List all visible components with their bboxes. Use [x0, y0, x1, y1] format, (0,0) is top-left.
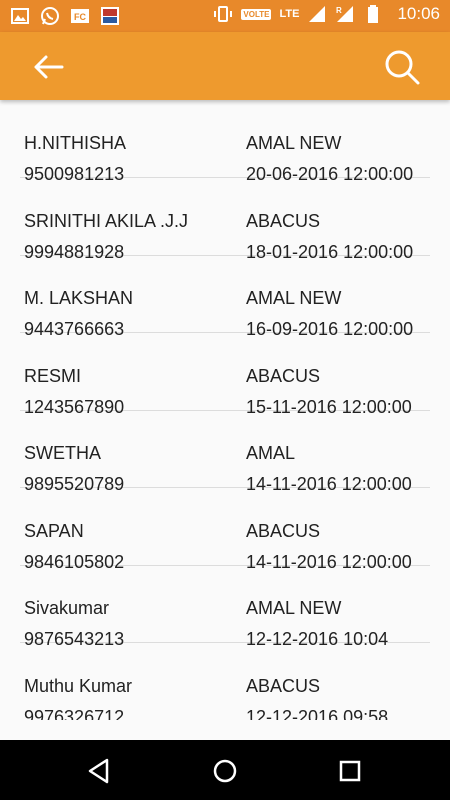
- student-name: SAPAN: [24, 521, 84, 541]
- battery-icon: [368, 5, 379, 23]
- course-name: AMAL NEW: [246, 288, 342, 308]
- network-type-label: LTE: [279, 7, 300, 20]
- square-recents-icon[interactable]: [335, 756, 365, 786]
- course-name: AMAL: [246, 443, 296, 463]
- signal-icon: [309, 6, 326, 22]
- list-item[interactable]: Muthu Kumar 9976326712 ABACUS 12-12-2016…: [20, 643, 430, 720]
- app-thumbnail-icon: [101, 7, 119, 25]
- student-name: SRINITHI AKILA .J.J: [24, 211, 189, 231]
- roaming-signal-icon: R: [336, 6, 354, 22]
- fc-app-icon: FC: [71, 9, 89, 23]
- student-name: RESMI: [24, 366, 82, 386]
- gallery-icon: [11, 8, 29, 24]
- student-name: M. LAKSHAN: [24, 288, 134, 308]
- course-name: ABACUS: [246, 366, 321, 386]
- student-name: H.NITHISHA: [24, 133, 127, 153]
- student-name: SWETHA: [24, 443, 102, 463]
- whatsapp-icon: [41, 7, 59, 25]
- student-name: Sivakumar: [24, 598, 110, 618]
- navigation-bar: [0, 740, 450, 800]
- system-status-icons: VOLTE LTE R 10:06: [213, 4, 440, 24]
- vibrate-icon: [214, 6, 233, 22]
- triangle-back-icon[interactable]: [84, 756, 114, 786]
- list-item[interactable]: SAPAN 9846105802 ABACUS 14-11-2016 12:00…: [20, 488, 430, 572]
- list-item[interactable]: Sivakumar 9876543213 AMAL NEW 12-12-2016…: [20, 565, 430, 649]
- notification-icons: FC: [10, 6, 120, 26]
- status-bar: FC VOLTE LTE R 10:06: [0, 0, 450, 32]
- arrow-left-icon[interactable]: [28, 50, 68, 84]
- student-phone: 9976326712: [24, 707, 125, 720]
- course-name: ABACUS: [246, 676, 321, 696]
- search-icon[interactable]: [382, 48, 422, 86]
- clock-time: 10:06: [397, 4, 440, 23]
- student-list: H.NITHISHA 9500981213 AMAL NEW 20-06-201…: [0, 100, 450, 720]
- list-item[interactable]: M. LAKSHAN 9443766663 AMAL NEW 16-09-201…: [20, 255, 430, 339]
- course-name: ABACUS: [246, 211, 321, 231]
- list-item[interactable]: RESMI 1243567890 ABACUS 15-11-2016 12:00…: [20, 333, 430, 417]
- roaming-label: R: [336, 6, 342, 15]
- course-name: AMAL NEW: [246, 598, 342, 618]
- volte-badge: VOLTE: [241, 8, 272, 20]
- course-name: AMAL NEW: [246, 133, 342, 153]
- course-name: ABACUS: [246, 521, 321, 541]
- circle-home-icon[interactable]: [210, 756, 240, 786]
- enrollment-date: 12-12-2016 09:58: [246, 707, 389, 720]
- svg-text:FC: FC: [74, 12, 86, 22]
- list-item[interactable]: SRINITHI AKILA .J.J 9994881928 ABACUS 18…: [20, 178, 430, 262]
- student-name: Muthu Kumar: [24, 676, 133, 696]
- list-item[interactable]: SWETHA 9895520789 AMAL 14-11-2016 12:00:…: [20, 410, 430, 494]
- app-bar: [0, 32, 450, 100]
- list-item[interactable]: H.NITHISHA 9500981213 AMAL NEW 20-06-201…: [20, 100, 430, 184]
